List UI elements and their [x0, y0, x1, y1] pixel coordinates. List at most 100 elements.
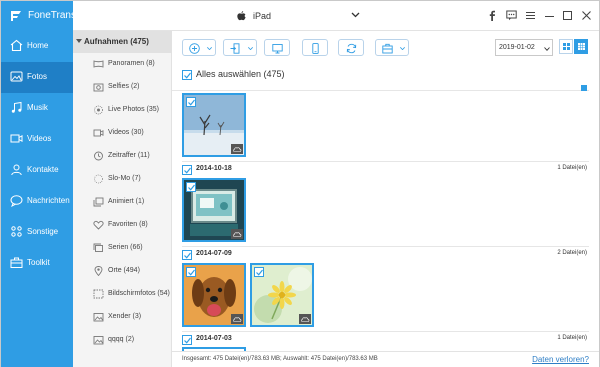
- fonetrans-window: FoneTrans iPad Home Fotos Musik Videos K…: [0, 0, 600, 367]
- close-icon[interactable]: [581, 10, 592, 21]
- album-label: Favoriten (8): [108, 221, 148, 228]
- checkmark-icon: [256, 269, 263, 276]
- add-icon: [189, 43, 200, 54]
- add-button[interactable]: [182, 39, 216, 56]
- heart-icon: [93, 220, 104, 230]
- chevron-down-icon: [207, 47, 212, 50]
- nav-item-kontakte[interactable]: Kontakte: [1, 155, 73, 186]
- toolbox-icon: [382, 43, 393, 54]
- folder-icon: [93, 313, 104, 322]
- album-item-serien[interactable]: Serien (66): [73, 237, 172, 259]
- timelapse-icon: [94, 151, 103, 161]
- menu-icon[interactable]: [525, 10, 536, 21]
- previous-group-edge: [172, 85, 589, 91]
- photo-checkbox[interactable]: [254, 267, 264, 277]
- photo-checkbox[interactable]: [186, 97, 196, 107]
- convert-button[interactable]: [338, 39, 364, 56]
- list-view-button[interactable]: [559, 39, 573, 54]
- date-group-header: 2014-07-03 1 Datei(en): [182, 331, 589, 345]
- album-group-header[interactable]: Aufnahmen (475): [73, 31, 172, 53]
- album-item-selfies[interactable]: Selfies (2): [73, 76, 172, 98]
- selfie-icon: [93, 83, 104, 92]
- date-filter-value: 2019-01-02: [499, 44, 535, 51]
- group-checkbox[interactable]: [182, 335, 192, 345]
- album-item-orte[interactable]: Orte (494): [73, 260, 172, 282]
- album-item-favoriten[interactable]: Favoriten (8): [73, 214, 172, 236]
- collapse-triangle-icon[interactable]: [76, 39, 82, 43]
- photo-thumbnail[interactable]: [182, 178, 246, 242]
- cloud-icon: [299, 314, 311, 324]
- data-lost-link[interactable]: Daten verloren?: [532, 355, 589, 364]
- album-item-videos[interactable]: Videos (30): [73, 122, 172, 144]
- album-group-label: Aufnahmen (475): [84, 37, 149, 46]
- grid-small-icon: [578, 43, 585, 50]
- export-to-device-button[interactable]: [223, 39, 257, 56]
- album-item-zeitraffer[interactable]: Zeitraffer (11): [73, 145, 172, 167]
- toolbox-button[interactable]: [375, 39, 409, 56]
- nav-item-musik[interactable]: Musik: [1, 93, 73, 124]
- maximize-icon[interactable]: [562, 10, 573, 21]
- group-checkbox[interactable]: [182, 250, 192, 260]
- select-all-checkbox[interactable]: [182, 70, 192, 80]
- album-item-live-photos[interactable]: Live Photos (35): [73, 99, 172, 121]
- facebook-icon[interactable]: [487, 10, 498, 21]
- burst-icon: [93, 243, 103, 252]
- nav-item-fotos[interactable]: Fotos: [1, 62, 73, 93]
- nav-item-sonstige[interactable]: Sonstige: [1, 217, 73, 248]
- album-item-slo-mo[interactable]: Slo-Mo (7): [73, 168, 172, 190]
- fonetrans-logo-icon: [11, 11, 21, 21]
- nav-item-videos[interactable]: Videos: [1, 124, 73, 155]
- export-to-pc-button[interactable]: [264, 39, 290, 56]
- group-date: 2014-07-03: [196, 335, 232, 342]
- device-name[interactable]: iPad: [253, 11, 271, 21]
- photo-icon: [10, 71, 23, 82]
- photo-checkbox[interactable]: [186, 182, 196, 192]
- photo-thumbnail[interactable]: [182, 263, 246, 327]
- album-item-xender[interactable]: Xender (3): [73, 306, 172, 328]
- group-file-count: 1 Datei(en): [557, 165, 587, 171]
- minimize-icon[interactable]: [544, 10, 555, 21]
- nav-item-nachrichten[interactable]: Nachrichten: [1, 186, 73, 217]
- grid-view-button[interactable]: [574, 39, 588, 54]
- album-label: Zeitraffer (11): [108, 152, 150, 159]
- album-label: qqqq (2): [108, 336, 135, 343]
- photo-thumbnail[interactable]: [182, 93, 246, 157]
- home-icon: [10, 39, 23, 52]
- contacts-icon: [11, 164, 22, 176]
- album-label: Xender (3): [108, 313, 142, 320]
- other-icon: [11, 226, 22, 237]
- refresh-icon: [346, 43, 357, 54]
- nav-label: Fotos: [27, 72, 48, 81]
- toolkit-icon: [10, 257, 23, 268]
- nav-label: Kontakte: [27, 165, 59, 174]
- chevron-down-icon: [248, 47, 253, 50]
- group-checkbox[interactable]: [182, 165, 192, 175]
- chevron-down-icon[interactable]: [351, 12, 360, 18]
- album-item-bildschirmfotos[interactable]: Bildschirmfotos (54): [73, 283, 172, 305]
- chevron-down-icon: [400, 47, 405, 50]
- video-icon: [10, 134, 23, 143]
- album-label: Slo-Mo (7): [108, 175, 141, 182]
- album-item-qqqq[interactable]: qqqq (2): [73, 329, 172, 351]
- nav-item-home[interactable]: Home: [1, 31, 73, 62]
- album-item-animiert[interactable]: Animiert (1): [73, 191, 172, 213]
- photo-checkbox[interactable]: [186, 267, 196, 277]
- nav-label: Videos: [27, 134, 52, 143]
- animated-icon: [93, 197, 104, 207]
- album-item-panoramen[interactable]: Panoramen (8): [73, 53, 172, 75]
- date-filter-select[interactable]: 2019-01-02: [495, 39, 553, 56]
- album-label: Serien (66): [108, 244, 143, 251]
- export-device-icon: [230, 43, 240, 54]
- album-label: Animiert (1): [108, 198, 145, 205]
- album-label: Orte (494): [108, 267, 140, 274]
- export-to-itunes-button[interactable]: [302, 39, 328, 56]
- main-nav: Home Fotos Musik Videos Kontakte Nachric…: [1, 31, 73, 367]
- photo-thumbnail[interactable]: [250, 263, 314, 327]
- checkmark-icon: [184, 72, 191, 79]
- nav-item-toolkit[interactable]: Toolkit: [1, 248, 73, 279]
- cloud-icon: [231, 229, 243, 239]
- music-icon: [11, 101, 22, 113]
- nav-label: Musik: [27, 103, 48, 112]
- feedback-icon[interactable]: [506, 10, 517, 21]
- date-group-header: 2014-07-09 2 Datei(en): [182, 246, 589, 260]
